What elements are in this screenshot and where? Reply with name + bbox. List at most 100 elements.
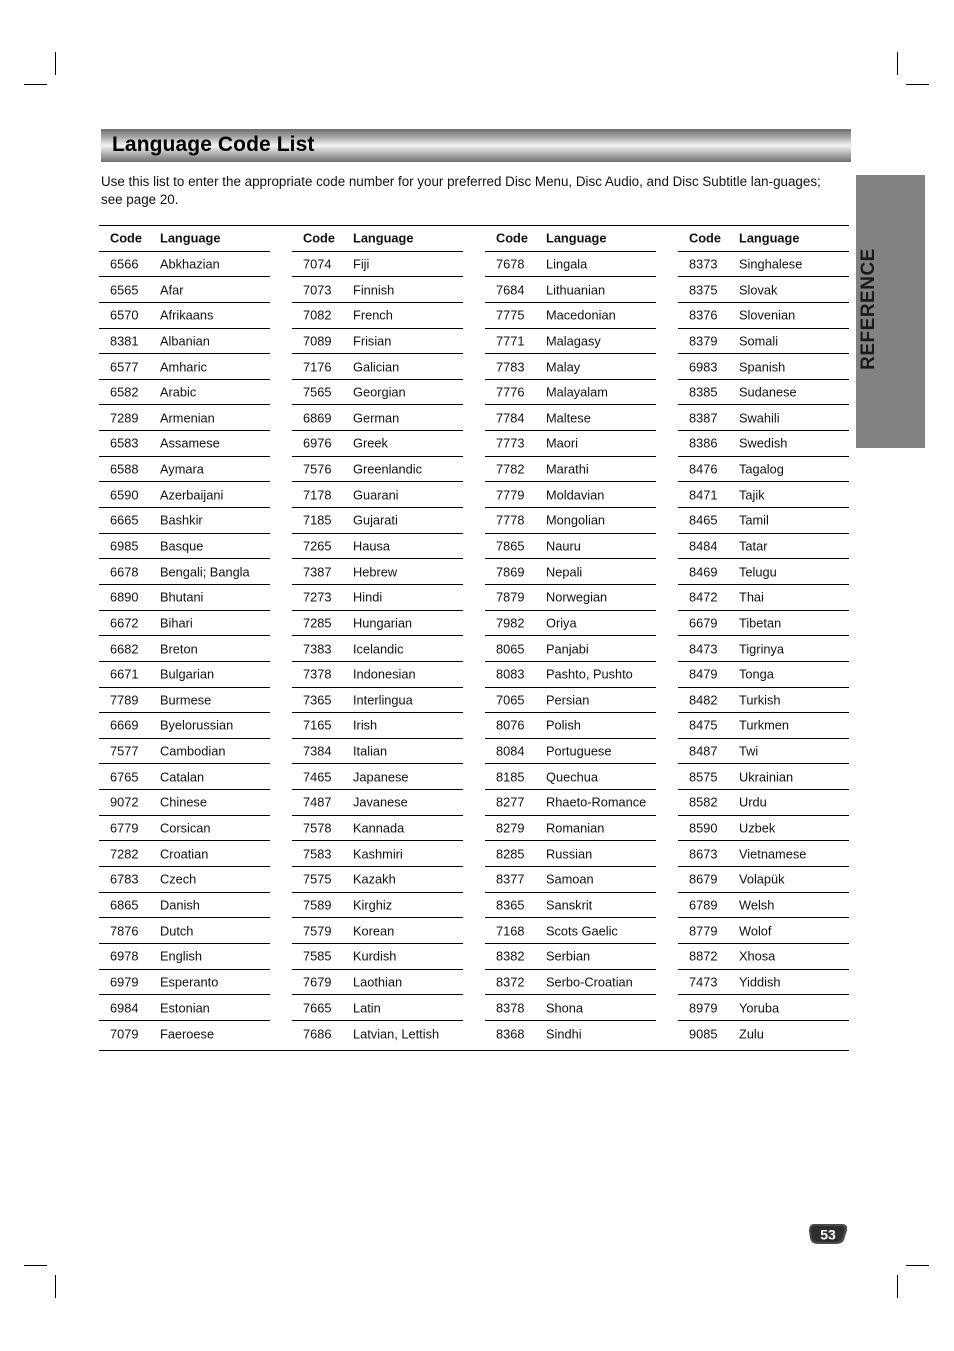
table-row: 7876 Dutch <box>99 918 270 944</box>
table-row: 6582 Arabic <box>99 380 270 406</box>
language-name: Xhosa <box>739 948 776 964</box>
language-code: 8473 <box>689 641 718 657</box>
language-name: French <box>353 307 393 323</box>
language-code: 7176 <box>303 359 332 375</box>
page-number-badge: 53 <box>808 1222 848 1246</box>
table-row: 6669 Byelorussian <box>99 713 270 739</box>
language-code: 7865 <box>496 538 525 554</box>
language-code: 8368 <box>496 1026 525 1042</box>
language-code: 7285 <box>303 615 332 631</box>
table-row: 8590 Uzbek <box>678 816 849 842</box>
intro-paragraph: Use this list to enter the appropriate c… <box>101 174 821 207</box>
table-row: 8482 Turkish <box>678 688 849 714</box>
language-code: 7982 <box>496 615 525 631</box>
table-row: 7073 Finnish <box>292 277 463 303</box>
crop-mark <box>897 52 898 75</box>
table-row: 6682 Breton <box>99 636 270 662</box>
table-row: 6983 Spanish <box>678 354 849 380</box>
table-row: 7185 Gujarati <box>292 508 463 534</box>
language-code: 7073 <box>303 282 332 298</box>
language-name: Tagalog <box>739 461 784 477</box>
language-name: Persian <box>546 692 590 708</box>
table-header-row: Code Language <box>292 226 463 252</box>
language-code: 8065 <box>496 641 525 657</box>
language-code: 6566 <box>110 256 139 272</box>
table-column: Code Language 7074 Fiji 7073 Finnish 7082 Frenc… <box>292 226 463 1047</box>
language-code: 7775 <box>496 307 525 323</box>
language-name: Japanese <box>353 769 409 785</box>
language-code: 6984 <box>110 1000 139 1016</box>
table-row: 8484 Tatar <box>678 534 849 560</box>
language-code: 8471 <box>689 487 718 503</box>
language-name: Frisian <box>353 333 392 349</box>
table-row: 7383 Icelandic <box>292 636 463 662</box>
language-code: 7565 <box>303 384 332 400</box>
table-row: 8385 Sudanese <box>678 380 849 406</box>
table-row: 7378 Indonesian <box>292 662 463 688</box>
language-code: 7773 <box>496 435 525 451</box>
language-code: 8372 <box>496 974 525 990</box>
language-name: Slovenian <box>739 307 796 323</box>
table-row: 8382 Serbian <box>485 944 656 970</box>
language-name: Tigrinya <box>739 641 785 657</box>
language-code: 7684 <box>496 282 525 298</box>
language-name: Ukrainian <box>739 769 794 785</box>
language-name: Italian <box>353 743 388 759</box>
language-code: 6783 <box>110 871 139 887</box>
language-name: Swahili <box>739 410 780 426</box>
language-name: Telugu <box>739 564 777 580</box>
language-code: 7789 <box>110 692 139 708</box>
language-code: 8387 <box>689 410 718 426</box>
language-name: Irish <box>353 717 378 733</box>
language-name: Laothian <box>353 974 403 990</box>
language-name: Panjabi <box>546 641 589 657</box>
language-name: Sindhi <box>546 1026 582 1042</box>
crop-mark <box>24 84 47 85</box>
language-code: 7282 <box>110 846 139 862</box>
language-name: Galician <box>353 359 400 375</box>
language-code: 7776 <box>496 384 525 400</box>
language-code: 7273 <box>303 589 332 605</box>
section-tab-label: REFERENCE <box>857 247 879 370</box>
language-code: 7678 <box>496 256 525 272</box>
language-code: 8575 <box>689 769 718 785</box>
table-row: 7487 Javanese <box>292 790 463 816</box>
language-name: Singhalese <box>739 256 803 272</box>
table-header-row: Code Language <box>485 226 656 252</box>
language-name: Polish <box>546 717 581 733</box>
table-row: 7089 Frisian <box>292 329 463 355</box>
table-row: 7065 Persian <box>485 688 656 714</box>
table-row: 7789 Burmese <box>99 688 270 714</box>
language-code: 6979 <box>110 974 139 990</box>
table-row: 7686 Latvian, Lettish <box>292 1021 463 1047</box>
language-code: 8365 <box>496 897 525 913</box>
table-row: 9072 Chinese <box>99 790 270 816</box>
language-name: Slovak <box>739 282 778 298</box>
language-code: 7289 <box>110 410 139 426</box>
language-code: 7383 <box>303 641 332 657</box>
language-name: Georgian <box>353 384 406 400</box>
table-row: 8575 Ukrainian <box>678 764 849 791</box>
table-row: 8979 Yoruba <box>678 995 849 1021</box>
language-code: 8083 <box>496 666 525 682</box>
table-row: 7782 Marathi <box>485 457 656 483</box>
language-name: Pashto, Pushto <box>546 666 633 682</box>
table-row: 7265 Hausa <box>292 534 463 560</box>
language-name: Urdu <box>739 794 767 810</box>
language-name: Kannada <box>353 820 405 836</box>
language-name: Bhutani <box>160 589 204 605</box>
table-row: 7783 Malay <box>485 354 656 380</box>
language-code: 7074 <box>303 256 332 272</box>
language-name: Twi <box>739 743 759 759</box>
language-name: Wolof <box>739 923 772 939</box>
language-name: Malay <box>546 359 581 375</box>
table-row: 9085 Zulu <box>678 1021 849 1047</box>
table-row: 6984 Estonian <box>99 995 270 1021</box>
language-name: Gujarati <box>353 512 398 528</box>
language-name: Volapük <box>739 871 785 887</box>
language-code: 7783 <box>496 359 525 375</box>
table-row: 8381 Albanian <box>99 329 270 355</box>
language-name: Tibetan <box>739 615 782 631</box>
language-name: Faeroese <box>160 1026 215 1042</box>
language-name: Esperanto <box>160 974 219 990</box>
